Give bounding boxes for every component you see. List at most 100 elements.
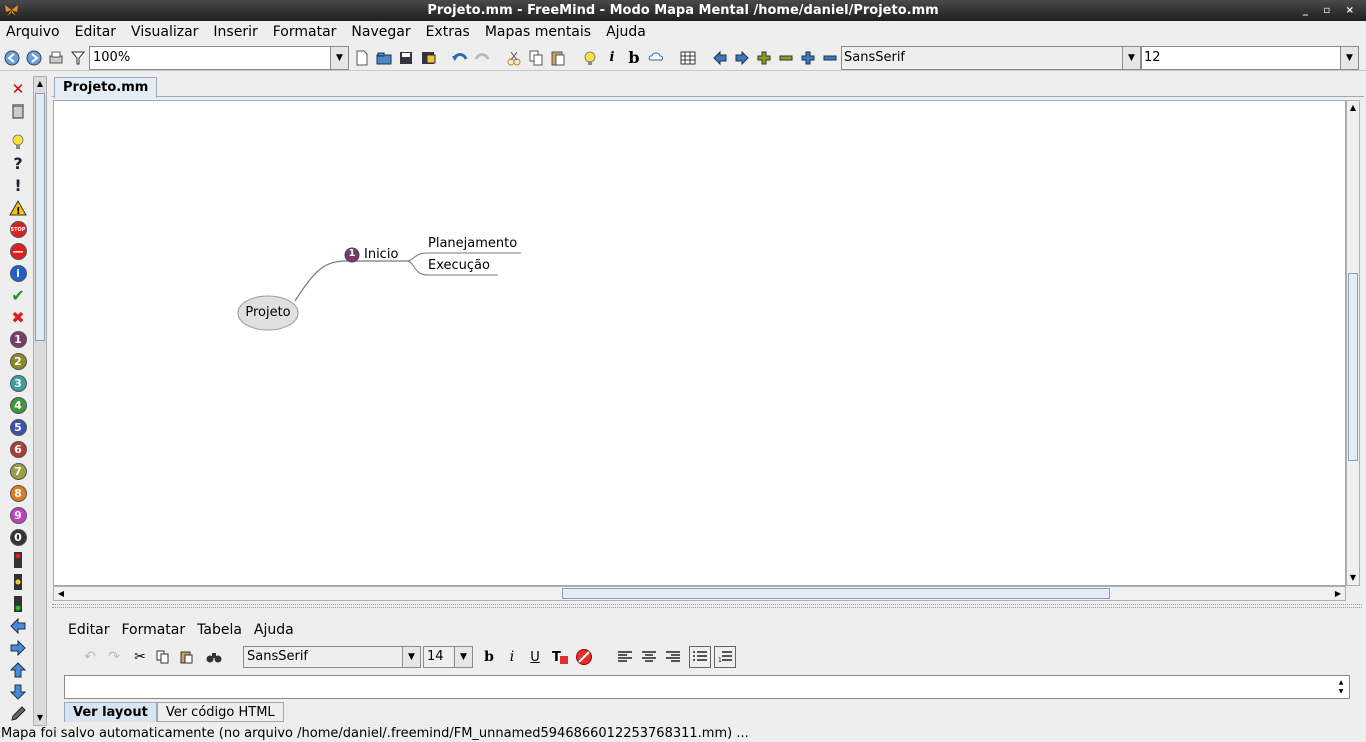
cancel-icon[interactable]: ✖ xyxy=(7,307,29,328)
tab-projeto[interactable]: Projeto.mm xyxy=(54,77,158,98)
tab-ver-layout[interactable]: Ver layout xyxy=(64,702,157,722)
editor-italic-button[interactable]: i xyxy=(502,646,522,668)
priority-2-icon[interactable]: 2 xyxy=(7,351,29,372)
mind-map-canvas[interactable]: Projeto 1 Inicio Planejamento Execução xyxy=(53,100,1346,586)
scroll-left-icon[interactable]: ◀ xyxy=(54,587,68,600)
editor-cut-icon[interactable]: ✂ xyxy=(130,646,150,668)
menu-editar[interactable]: Editar xyxy=(75,24,116,40)
new-map-icon[interactable] xyxy=(352,47,372,68)
editor-menu-formatar[interactable]: Formatar xyxy=(121,622,185,638)
align-left-icon[interactable] xyxy=(615,646,635,668)
icon-toolbar-scrollbar[interactable]: ▲ ▼ xyxy=(33,76,47,726)
chevron-down-icon[interactable]: ▼ xyxy=(330,47,348,69)
arrow-right-icon[interactable] xyxy=(732,47,752,68)
scroll-thumb[interactable] xyxy=(35,93,45,341)
forward-icon[interactable] xyxy=(24,47,44,68)
scroll-up-icon[interactable]: ▲ xyxy=(1347,101,1359,115)
align-center-icon[interactable] xyxy=(639,646,659,668)
node-execucao[interactable]: Execução xyxy=(428,258,490,273)
editor-redo-icon[interactable]: ↷ xyxy=(104,646,124,668)
node-planejamento[interactable]: Planejamento xyxy=(428,236,517,251)
copy-icon[interactable] xyxy=(526,47,546,68)
text-spinner-icon[interactable]: ▲ ▼ xyxy=(1335,678,1347,696)
priority-7-icon[interactable]: 7 xyxy=(7,461,29,482)
priority-3-icon[interactable]: 3 xyxy=(7,373,29,394)
save-as-icon[interactable] xyxy=(418,47,438,68)
arrow-right-blue-icon[interactable] xyxy=(7,637,29,658)
checkmark-icon[interactable]: ✔ xyxy=(7,285,29,306)
idea-icon[interactable] xyxy=(7,131,29,152)
font-family-select[interactable]: SansSerif ▼ xyxy=(841,46,1141,70)
warning-icon[interactable]: ! xyxy=(7,197,29,218)
chevron-down-icon[interactable]: ▼ xyxy=(1122,47,1140,69)
zoom-in-icon[interactable] xyxy=(754,47,774,68)
bullet-list-icon[interactable] xyxy=(689,646,711,668)
open-icon[interactable] xyxy=(374,47,394,68)
zoom-select[interactable]: 100% ▼ xyxy=(89,46,349,70)
editor-menu-editar[interactable]: Editar xyxy=(68,622,109,638)
priority-8-icon[interactable]: 8 xyxy=(7,483,29,504)
traffic-light-yellow-icon[interactable] xyxy=(7,571,29,592)
exclamation-icon[interactable]: ! xyxy=(7,175,29,196)
menu-navegar[interactable]: Navegar xyxy=(351,24,410,40)
chevron-down-icon[interactable]: ▼ xyxy=(402,647,420,667)
paste-icon[interactable] xyxy=(548,47,568,68)
arrow-down-blue-icon[interactable] xyxy=(7,681,29,702)
scroll-up-icon[interactable]: ▲ xyxy=(34,77,46,91)
arrow-left-icon[interactable] xyxy=(710,47,730,68)
editor-font-select[interactable]: SansSerif ▼ xyxy=(243,646,421,668)
menu-arquivo[interactable]: Arquivo xyxy=(6,24,60,40)
priority-4-icon[interactable]: 4 xyxy=(7,395,29,416)
scroll-thumb[interactable] xyxy=(562,588,1110,599)
decrease-icon[interactable] xyxy=(820,47,840,68)
redo-icon[interactable] xyxy=(472,47,492,68)
menu-mapas-mentais[interactable]: Mapas mentais xyxy=(485,24,591,40)
editor-underline-button[interactable]: U xyxy=(525,646,545,668)
italic-icon[interactable]: i xyxy=(602,47,622,68)
node-inicio[interactable]: Inicio xyxy=(364,247,398,262)
menu-visualizar[interactable]: Visualizar xyxy=(131,24,198,40)
back-icon[interactable] xyxy=(2,47,22,68)
cut-icon[interactable] xyxy=(504,47,524,68)
scroll-thumb[interactable] xyxy=(1348,273,1358,461)
numbered-list-icon[interactable]: 1 xyxy=(714,646,736,668)
arrow-up-blue-icon[interactable] xyxy=(7,659,29,680)
menu-formatar[interactable]: Formatar xyxy=(273,24,337,40)
no-entry-icon[interactable]: — xyxy=(7,241,29,262)
menu-ajuda[interactable]: Ajuda xyxy=(606,24,646,40)
font-size-select[interactable]: 12 ▼ xyxy=(1141,46,1359,70)
print-icon[interactable] xyxy=(46,47,66,68)
editor-size-select[interactable]: 14 ▼ xyxy=(423,646,473,668)
filter-icon[interactable] xyxy=(68,47,88,68)
editor-bold-button[interactable]: b xyxy=(479,646,499,668)
priority-0-icon[interactable]: 0 xyxy=(7,527,29,548)
scroll-down-icon[interactable]: ▼ xyxy=(34,711,46,725)
chevron-down-icon[interactable]: ▼ xyxy=(1340,47,1358,69)
arrow-left-blue-icon[interactable] xyxy=(7,615,29,636)
editor-find-icon[interactable] xyxy=(204,646,224,668)
canvas-horizontal-scrollbar[interactable]: ◀ ▶ xyxy=(53,586,1346,601)
grid-icon[interactable] xyxy=(678,47,698,68)
question-icon[interactable]: ? xyxy=(7,153,29,174)
editor-menu-tabela[interactable]: Tabela xyxy=(197,622,242,638)
trash-icon[interactable] xyxy=(7,100,29,121)
stop-icon[interactable]: STOP xyxy=(7,219,29,240)
priority-9-icon[interactable]: 9 xyxy=(7,505,29,526)
scroll-right-icon[interactable]: ▶ xyxy=(1331,587,1345,600)
root-node[interactable]: Projeto xyxy=(238,305,298,320)
save-icon[interactable] xyxy=(396,47,416,68)
pencil-icon[interactable] xyxy=(7,703,29,724)
canvas-vertical-scrollbar[interactable]: ▲ ▼ xyxy=(1346,100,1360,586)
undo-icon[interactable] xyxy=(450,47,470,68)
bold-icon[interactable]: b xyxy=(624,47,644,68)
traffic-light-red-icon[interactable] xyxy=(7,549,29,570)
editor-copy-icon[interactable] xyxy=(153,646,173,668)
chevron-down-icon[interactable]: ▼ xyxy=(454,647,472,667)
note-text-area[interactable]: ▲ ▼ xyxy=(64,675,1350,699)
idea-bulb-icon[interactable] xyxy=(580,47,600,68)
remove-last-icon[interactable]: ✕ xyxy=(7,78,29,99)
split-divider[interactable] xyxy=(52,604,1362,608)
tab-ver-codigo-html[interactable]: Ver código HTML xyxy=(156,702,284,722)
editor-menu-ajuda[interactable]: Ajuda xyxy=(254,622,294,638)
priority-1-icon[interactable]: 1 xyxy=(7,329,29,350)
